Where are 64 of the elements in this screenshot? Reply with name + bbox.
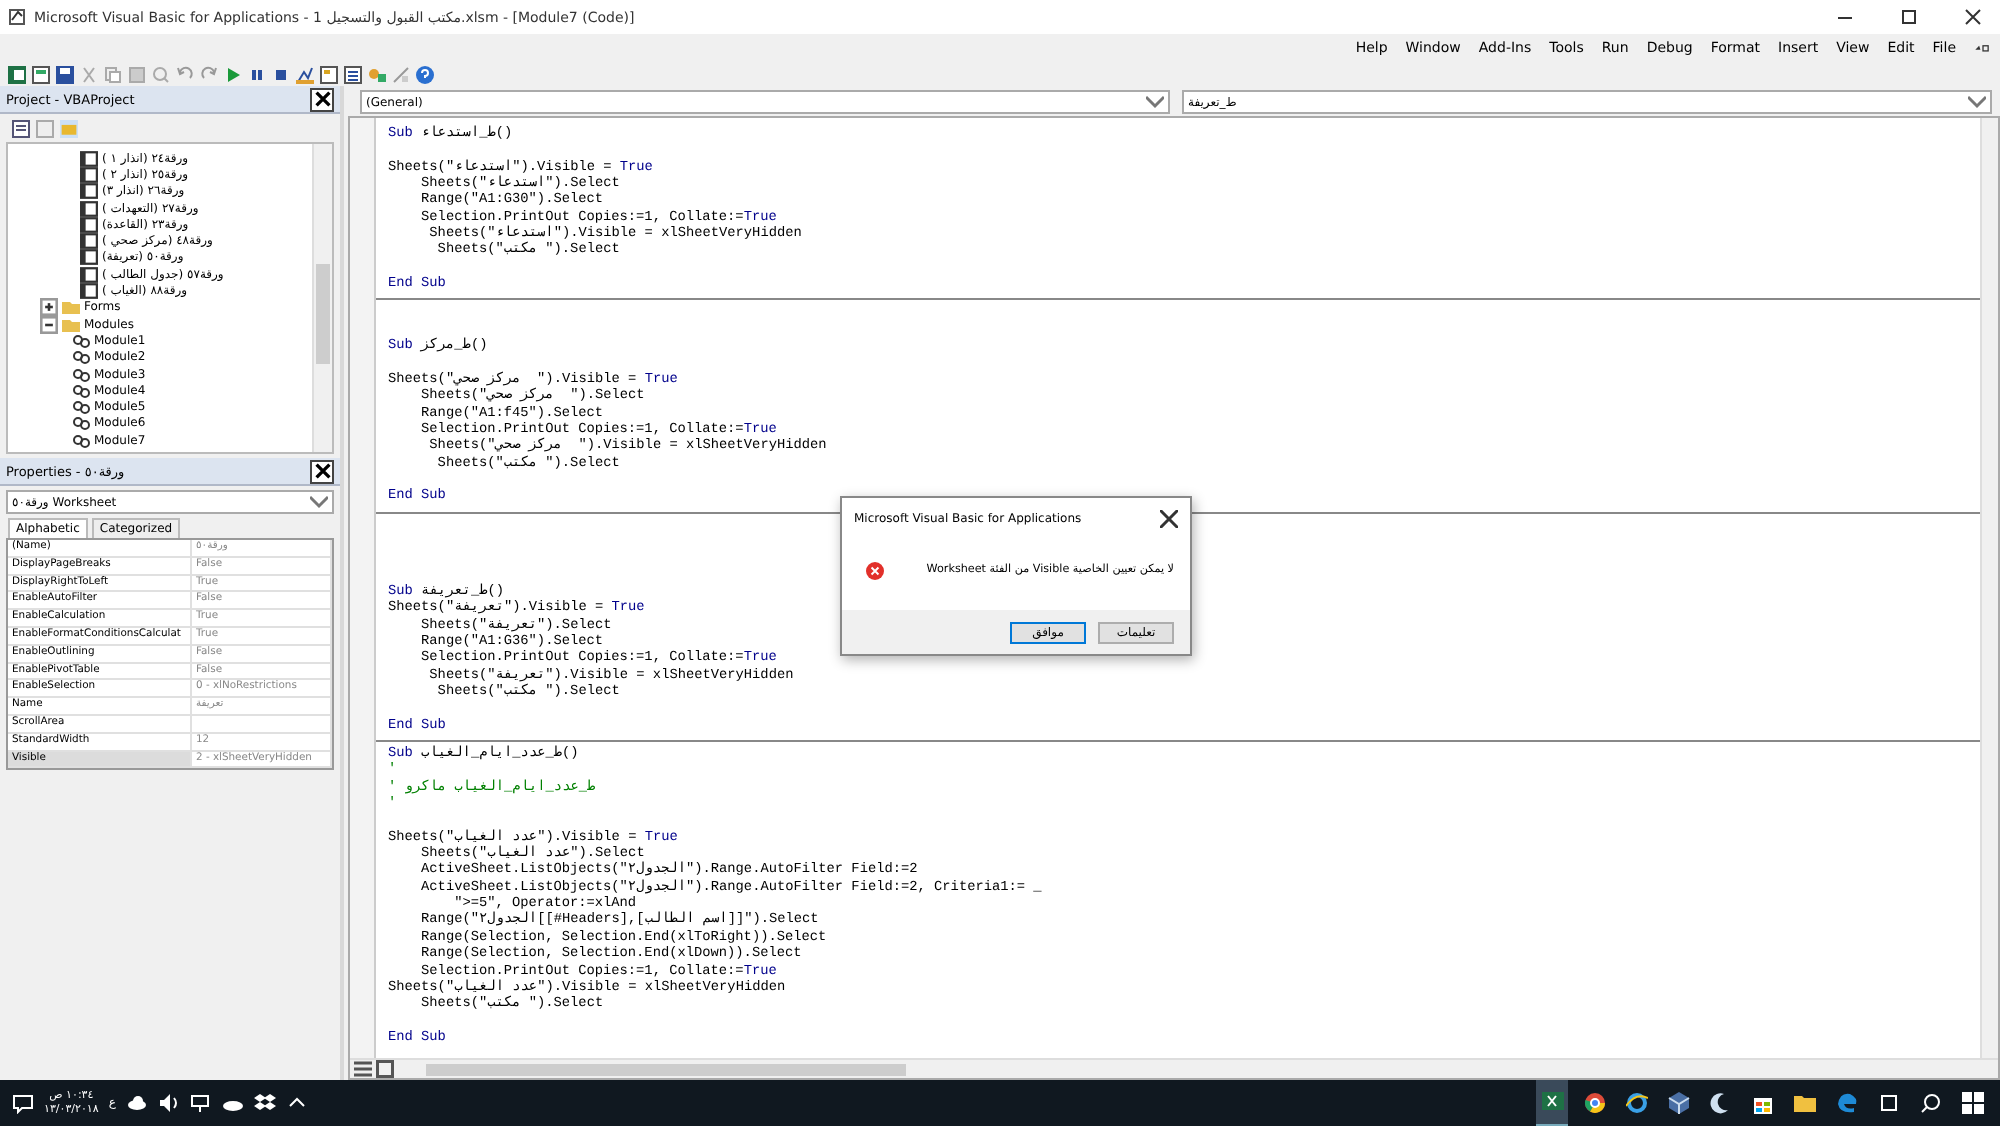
cloud-icon[interactable] [125, 1092, 148, 1114]
project-explorer-icon[interactable] [320, 65, 338, 83]
sheet-icon [80, 282, 98, 301]
window-controls-icon[interactable] [1974, 39, 1992, 57]
scrollbar[interactable] [312, 144, 332, 452]
edge-icon[interactable] [1835, 1092, 1857, 1114]
cube-icon[interactable] [1667, 1092, 1689, 1114]
sheet-icon [80, 165, 98, 184]
store-icon[interactable] [1751, 1092, 1773, 1114]
module-icon [72, 381, 90, 400]
module-icon [72, 431, 90, 450]
full-module-view-icon[interactable] [354, 1060, 372, 1078]
caret-icon [1146, 93, 1164, 111]
excel-icon[interactable] [1541, 1090, 1563, 1112]
search-icon[interactable] [1919, 1092, 1941, 1114]
windows-start-icon[interactable] [1961, 1092, 1983, 1114]
pause-icon[interactable] [248, 65, 266, 83]
app-icon [8, 8, 26, 26]
help-icon[interactable] [416, 65, 434, 83]
notifications-icon[interactable] [12, 1092, 34, 1114]
module-icon [72, 348, 90, 367]
sheet-icon [80, 199, 98, 218]
sheet-icon [80, 232, 98, 251]
close-icon [313, 90, 331, 108]
module-icon [72, 331, 90, 350]
volume-icon[interactable] [157, 1092, 180, 1114]
sheet-icon [80, 215, 98, 234]
sheet-icon [80, 248, 98, 267]
close-button[interactable] [310, 459, 334, 483]
folder-icon[interactable] [1793, 1092, 1815, 1114]
excel-icon[interactable] [8, 65, 26, 83]
stop-icon[interactable] [272, 65, 290, 83]
caret-icon [1968, 93, 1986, 111]
collapse-icon[interactable] [40, 315, 58, 334]
expand-icon[interactable] [40, 298, 58, 317]
network-icon[interactable] [189, 1092, 212, 1114]
maximize-icon[interactable] [1899, 8, 1917, 26]
module-icon [72, 398, 90, 417]
object-browser-icon[interactable] [368, 65, 386, 83]
scrollbar[interactable] [426, 1063, 906, 1075]
sheet-icon [80, 149, 98, 168]
close-icon[interactable] [1963, 8, 1981, 26]
close-icon[interactable] [1160, 509, 1178, 527]
design-mode-icon[interactable] [296, 65, 314, 83]
property-value-cell[interactable] [192, 715, 332, 734]
view-code-icon[interactable] [12, 119, 30, 137]
close-button[interactable] [310, 87, 334, 111]
properties-icon[interactable] [344, 65, 362, 83]
sheet-icon [80, 182, 98, 201]
close-icon [313, 462, 331, 480]
internet-explorer-icon[interactable] [1625, 1092, 1647, 1114]
error-icon [866, 561, 884, 579]
crescent-icon[interactable] [1709, 1092, 1731, 1114]
chrome-icon[interactable] [1583, 1092, 1605, 1114]
task-view-icon[interactable] [1877, 1092, 1899, 1114]
procedure-view-icon[interactable] [376, 1060, 394, 1078]
sheet-icon [80, 265, 98, 284]
scrollbar[interactable] [1980, 118, 1998, 1058]
module-icon [72, 414, 90, 433]
dropbox-icon[interactable] [253, 1092, 276, 1114]
module-icon [72, 365, 90, 384]
save-icon[interactable] [56, 65, 74, 83]
insert-form-icon[interactable] [32, 65, 50, 83]
caret-icon [310, 493, 328, 511]
